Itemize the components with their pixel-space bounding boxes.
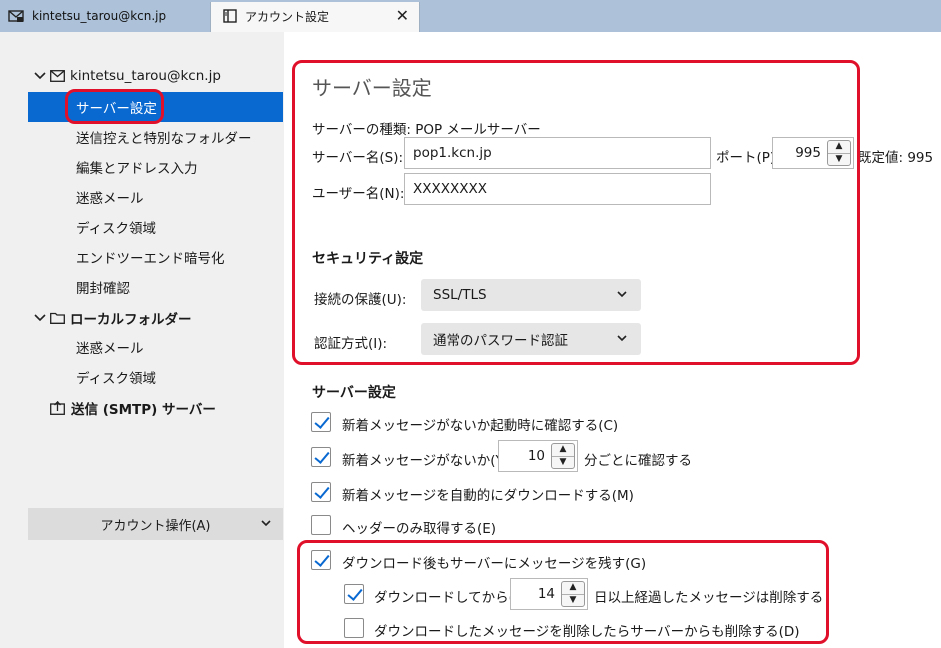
folder-icon bbox=[50, 312, 65, 324]
sidebar-item-smtp[interactable]: 送信 (SMTP) サーバー bbox=[50, 398, 216, 418]
tab-settings-label: アカウント設定 bbox=[245, 9, 330, 24]
auto-download-checkbox[interactable] bbox=[311, 482, 331, 502]
headers-only-label: ヘッダーのみ取得する(E) bbox=[342, 521, 497, 537]
tab-account-settings[interactable]: アカウント設定 ✕ bbox=[210, 0, 420, 32]
account-name: kintetsu_tarou@kcn.jp bbox=[70, 68, 221, 84]
smtp-label: 送信 (SMTP) サーバー bbox=[71, 402, 216, 418]
check-interval-label: 新着メッセージがないか(Y) bbox=[342, 453, 510, 469]
chevron-down-icon[interactable] bbox=[34, 68, 46, 84]
sidebar-item-e2e-encryption[interactable]: エンドツーエンド暗号化 bbox=[28, 242, 283, 272]
check-interval-suffix: 分ごとに確認する bbox=[584, 453, 692, 469]
highlight-annotation bbox=[297, 540, 829, 644]
interval-spin-buttons[interactable]: ▲ ▼ bbox=[551, 443, 575, 469]
settings-page-icon bbox=[223, 9, 237, 23]
check-on-startup-checkbox[interactable] bbox=[311, 412, 331, 432]
sidebar-item-label: ディスク領域 bbox=[76, 371, 157, 387]
tab-mail-label: kintetsu_tarou@kcn.jp bbox=[32, 9, 167, 23]
envelope-icon bbox=[50, 70, 65, 82]
sidebar: kintetsu_tarou@kcn.jp サーバー設定 送信控えと特別なフォル… bbox=[0, 32, 284, 648]
check-interval-checkbox[interactable] bbox=[311, 447, 331, 467]
sidebar-item-junk[interactable]: 迷惑メール bbox=[28, 182, 283, 212]
account-actions-button[interactable]: アカウント操作(A) bbox=[28, 508, 283, 540]
sidebar-local-folders[interactable]: ローカルフォルダー bbox=[34, 308, 192, 328]
sidebar-item-label: 迷惑メール bbox=[76, 191, 144, 207]
chevron-down-icon bbox=[261, 516, 271, 530]
mail-icon bbox=[8, 9, 24, 23]
tab-bar: kintetsu_tarou@kcn.jp アカウント設定 ✕ bbox=[0, 0, 941, 32]
sidebar-item-label: 編集とアドレス入力 bbox=[76, 161, 198, 177]
sidebar-item-local-junk[interactable]: 迷惑メール bbox=[28, 332, 283, 362]
tab-mail[interactable]: kintetsu_tarou@kcn.jp bbox=[0, 0, 208, 32]
sidebar-item-receipts[interactable]: 開封確認 bbox=[28, 272, 283, 302]
check-interval-value: 10 bbox=[527, 448, 545, 464]
sidebar-item-label: ディスク領域 bbox=[76, 221, 157, 237]
highlight-annotation bbox=[65, 89, 164, 124]
check-on-startup-label: 新着メッセージがないか起動時に確認する(C) bbox=[342, 418, 619, 434]
default-port-label: 既定値: 995 bbox=[858, 150, 934, 166]
close-icon[interactable]: ✕ bbox=[396, 8, 409, 24]
sidebar-item-label: 迷惑メール bbox=[76, 341, 144, 357]
sidebar-item-label: 開封確認 bbox=[76, 281, 130, 297]
sidebar-item-local-disk[interactable]: ディスク領域 bbox=[28, 362, 283, 392]
local-folder-label: ローカルフォルダー bbox=[70, 312, 192, 328]
sidebar-item-label: 送信控えと特別なフォルダー bbox=[76, 131, 252, 147]
headers-only-checkbox[interactable] bbox=[311, 515, 331, 535]
chevron-down-icon[interactable]: ▼ bbox=[552, 456, 574, 467]
outgoing-server-icon bbox=[50, 401, 65, 415]
chevron-down-icon[interactable] bbox=[34, 310, 46, 326]
sidebar-item-disk-space[interactable]: ディスク領域 bbox=[28, 212, 283, 242]
highlight-annotation bbox=[292, 60, 860, 365]
sidebar-account[interactable]: kintetsu_tarou@kcn.jp bbox=[34, 68, 221, 84]
auto-download-label: 新着メッセージを自動的にダウンロードする(M) bbox=[342, 488, 634, 504]
sidebar-item-copies-folders[interactable]: 送信控えと特別なフォルダー bbox=[28, 122, 283, 152]
account-actions-label: アカウント操作(A) bbox=[100, 518, 211, 534]
sidebar-item-label: エンドツーエンド暗号化 bbox=[76, 251, 225, 267]
check-interval-stepper[interactable]: 10 ▲ ▼ bbox=[498, 440, 578, 472]
server-options-heading: サーバー設定 bbox=[312, 385, 396, 401]
sidebar-item-composition[interactable]: 編集とアドレス入力 bbox=[28, 152, 283, 182]
chevron-up-icon[interactable]: ▲ bbox=[552, 444, 574, 454]
